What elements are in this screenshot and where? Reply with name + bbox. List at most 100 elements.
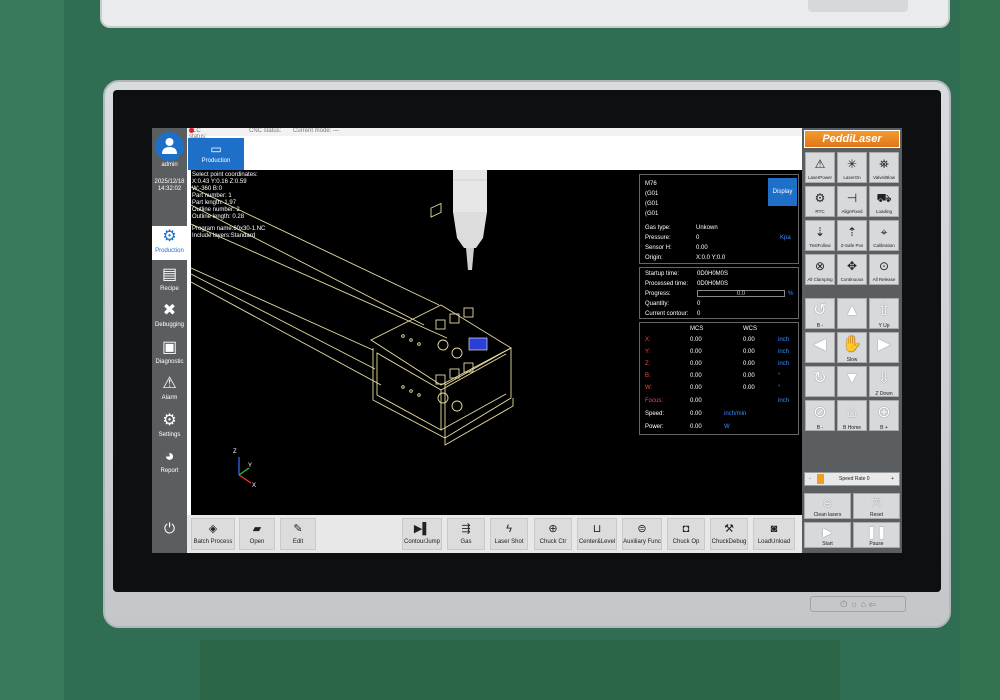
button-label: Z-Safe Pos xyxy=(840,243,864,248)
calibration-button[interactable]: ⌖ Calibration xyxy=(869,220,899,251)
overlay-line: Outline number: 2 xyxy=(192,207,240,213)
sidebar-item-report[interactable]: ◕ Report xyxy=(152,446,187,480)
sensor-value: 0.00 xyxy=(696,245,708,251)
speed-rate-plus[interactable]: + xyxy=(891,476,894,482)
hardware-buttons[interactable]: ⏻ ☼ ⌂ ⇦ xyxy=(810,596,906,612)
speed-unit: inch/min xyxy=(724,411,747,417)
focus-label: Focus: xyxy=(645,398,664,404)
brand-logo: PeddiLaser xyxy=(804,130,900,148)
coordinates-panel: MCS WCS X: 0.00 0.00 inch Y: 0.00 0.00 i… xyxy=(639,322,799,435)
tab-label: Production xyxy=(201,158,231,164)
gas-type-label: Gas type: xyxy=(645,225,671,231)
b-minus-jog-button[interactable]: ⊘ B - xyxy=(805,400,835,431)
z-up-button[interactable]: ⇧ Y Up xyxy=(869,298,899,329)
loading-button[interactable]: ⛟ Loading xyxy=(869,186,899,217)
power-button[interactable]: ⏻ xyxy=(152,520,187,540)
sidebar-item-label: Settings xyxy=(158,432,181,438)
all-clamping-button[interactable]: ⊗ All Clamping xyxy=(805,254,835,285)
rtc-button[interactable]: ⚙ RTC xyxy=(805,186,835,217)
speed-rate-handle[interactable] xyxy=(817,474,824,484)
chuck-debug-button[interactable]: ⚒ ChuckDebug xyxy=(710,518,748,550)
x-minus-button[interactable]: ◀ xyxy=(805,332,835,363)
cad-canvas[interactable]: Z Y X Select point coordinates: X:0.43 Y… xyxy=(191,170,802,515)
button-label: TestFollow xyxy=(809,243,831,248)
startup-value: 0D0H0M0S xyxy=(697,271,729,277)
axis-x-label: X xyxy=(252,483,257,489)
b-plus-button[interactable]: ⊕ B + xyxy=(869,400,899,431)
z-safe-pos-button[interactable]: ⇡ Z-Safe Pos xyxy=(837,220,867,251)
gas-icon: ⇶ xyxy=(461,523,471,535)
follow-icon: ⇣ xyxy=(814,225,826,239)
button-label: Clean lasers xyxy=(813,512,842,518)
speed-rate-slider[interactable]: - Speed Rate 0 + xyxy=(804,472,900,486)
center-level-button[interactable]: ⊔ Center&Level xyxy=(577,518,617,550)
chuck-op-button[interactable]: ◘ Chuck Op xyxy=(667,518,705,550)
all-release-button[interactable]: ⊙ All Release xyxy=(869,254,899,285)
gas-button[interactable]: ⇶ Gas xyxy=(447,518,485,550)
auxiliary-func-button[interactable]: ⊜ Auxiliary Func xyxy=(622,518,662,550)
align-fixed-button[interactable]: ⊣ AlignFixed xyxy=(837,186,867,217)
progress-unit: % xyxy=(788,291,794,297)
test-follow-button[interactable]: ⇣ TestFollow xyxy=(805,220,835,251)
rtc-icon: ⚙ xyxy=(814,191,826,205)
sidebar-item-alarm[interactable]: ⚠ Alarm xyxy=(152,373,187,407)
start-button[interactable]: ▶ Start xyxy=(804,522,851,548)
b-minus-button[interactable]: ↺ B - xyxy=(805,298,835,329)
slow-button[interactable]: ✋ Slow xyxy=(837,332,867,363)
b-minus-icon: ⊘ xyxy=(813,404,827,421)
chuck-ctr-button[interactable]: ⊕ Chuck Ctr xyxy=(534,518,572,550)
button-label: RTC xyxy=(815,209,825,214)
b-plus-rotate-button[interactable]: ↻ xyxy=(805,366,835,397)
valve-blow-button[interactable]: ⛯ Valve/Blow xyxy=(869,152,899,183)
processed-value: 0D0H0M0S xyxy=(697,281,729,287)
username: admin xyxy=(161,162,178,168)
sidebar-item-recipe[interactable]: ▤ Recipe xyxy=(152,264,187,298)
tab-production[interactable]: ▭ Production xyxy=(188,138,244,170)
progress-label: Progress: xyxy=(645,291,671,297)
laser-on-button[interactable]: ✳ LaserOn xyxy=(837,152,867,183)
z-down-button[interactable]: ⇩ Z Down xyxy=(869,366,899,397)
cabinet-lower xyxy=(200,640,840,700)
laser-nozzle xyxy=(453,170,487,270)
y-plus-button[interactable]: ▲ xyxy=(837,298,867,329)
arrow-down-icon: ▼ xyxy=(844,370,860,387)
clean-lasers-button[interactable]: ⊖ Clean lasers xyxy=(804,493,851,519)
date-text: 2025/12/18 xyxy=(154,179,185,185)
y-minus-button[interactable]: ▼ xyxy=(837,366,867,397)
button-label: B Home xyxy=(842,425,862,431)
edit-button[interactable]: ✎ Edit xyxy=(280,518,316,550)
plc-status-dot xyxy=(189,128,194,133)
mcs-value: 0.00 xyxy=(690,349,702,355)
warning-icon: ⚠ xyxy=(814,157,826,171)
laser-shot-button[interactable]: ϟ Laser Shot xyxy=(490,518,528,550)
sidebar-item-debugging[interactable]: ✖ Debugging xyxy=(152,300,187,334)
overlay-line: Select point coordinates: xyxy=(192,172,258,178)
valve-icon: ⛯ xyxy=(879,157,889,171)
x-plus-button[interactable]: ▶ xyxy=(869,332,899,363)
contourjump-button[interactable]: ▶▌ ContourJump xyxy=(402,518,442,550)
laser-power-button[interactable]: ⚠ LaserPower xyxy=(805,152,835,183)
reset-button[interactable]: ⤧ Reset xyxy=(853,493,900,519)
sidebar-item-diagnostic[interactable]: ▣ Diagnostic xyxy=(152,337,187,371)
crosshair-icon: ⊕ xyxy=(548,523,558,535)
b-home-button[interactable]: ⌂ B Home xyxy=(837,400,867,431)
button-label: ContourJump xyxy=(403,539,441,545)
play-icon: ▶ xyxy=(822,525,833,539)
display-button[interactable]: Display xyxy=(768,178,797,206)
open-button[interactable]: ▰ Open xyxy=(239,518,275,550)
power-value: 0.00 xyxy=(690,424,702,430)
pause-button[interactable]: ❚❚ Pause xyxy=(853,522,900,548)
wcs-value: 0.00 xyxy=(743,385,755,391)
load-unload-button[interactable]: ◙ LoadUnload xyxy=(753,518,795,550)
continuous-button[interactable]: ✥ Continuous xyxy=(837,254,867,285)
sidebar-item-settings[interactable]: ⚙ Settings xyxy=(152,410,187,444)
sidebar-item-production[interactable]: ⚙ Production xyxy=(152,226,187,260)
button-label: Gas xyxy=(460,539,472,545)
left-sidebar: admin 2025/12/18 14:32:02 ⚙ Production ▤… xyxy=(152,128,187,553)
sidebar-item-label: Recipe xyxy=(160,286,179,292)
avatar[interactable] xyxy=(155,132,184,161)
overlay-line: Outline length: 0.28 xyxy=(192,214,245,220)
speed-rate-minus[interactable]: - xyxy=(809,476,811,482)
batch-process-button[interactable]: ◈ Batch Process xyxy=(191,518,235,550)
button-label: Calibration xyxy=(873,243,895,248)
